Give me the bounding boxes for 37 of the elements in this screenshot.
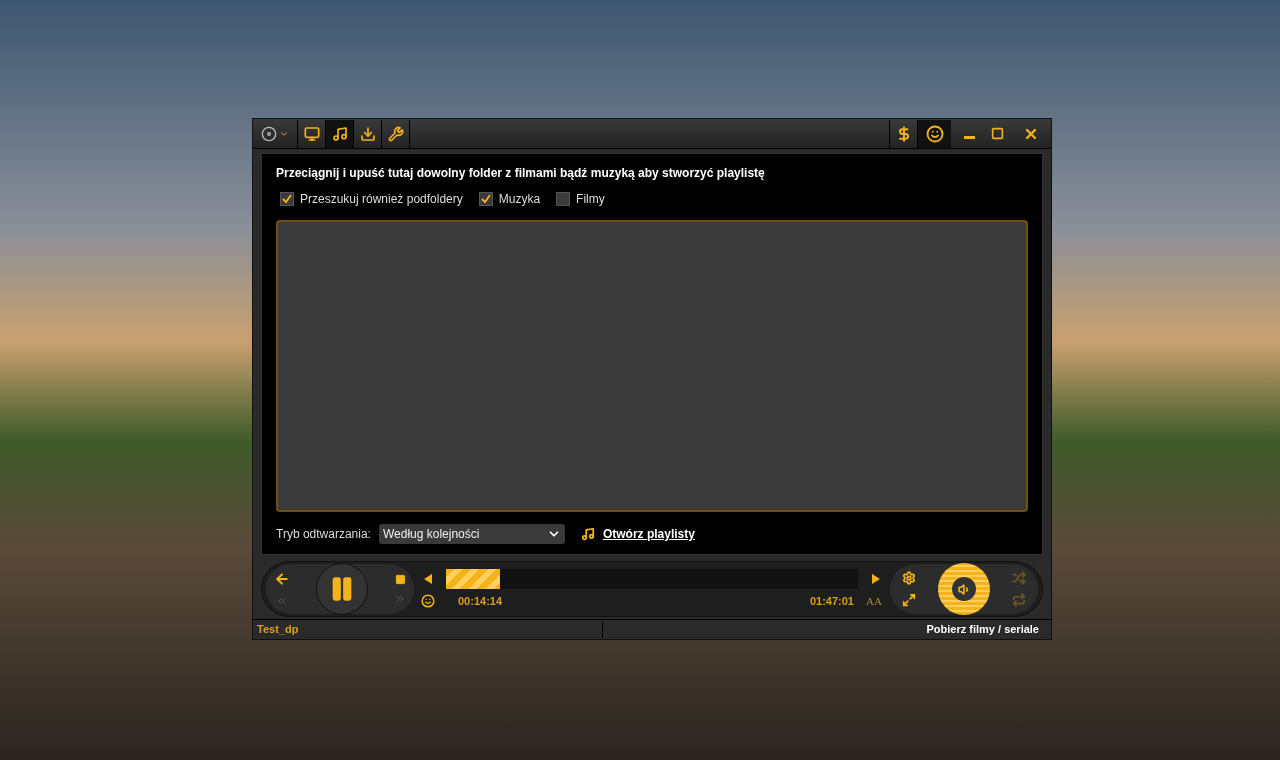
playback-mode-label: Tryb odtwarzania:: [276, 526, 371, 543]
download-icon: [359, 125, 376, 142]
download-films-link[interactable]: Pobierz filmy / seriale: [603, 621, 1051, 638]
playback-mode-dropdown[interactable]: Według kolejności: [378, 524, 565, 544]
monitor-icon: [303, 125, 320, 142]
status-text: Test_dp: [253, 621, 603, 638]
checkbox-label: Muzyka: [498, 191, 541, 208]
stop-icon[interactable]: [394, 573, 406, 585]
elapsed-time: 00:14:14: [458, 593, 503, 609]
fullscreen-icon[interactable]: [902, 593, 916, 607]
open-playlists-link[interactable]: Otwórz playlisty: [602, 525, 695, 543]
checkbox[interactable]: [280, 192, 294, 206]
disc-icon: [261, 125, 277, 142]
pause-button[interactable]: [316, 563, 368, 615]
checkbox[interactable]: [478, 192, 493, 206]
music-tab[interactable]: [326, 119, 354, 148]
face-icon: [925, 124, 944, 143]
speaker-icon: [952, 577, 976, 601]
settings-icon[interactable]: [902, 571, 916, 585]
music-icon: [331, 125, 348, 142]
instruction-text: Przeciągnij i upuść tutaj dowolny folder z filmami bądź muzyką aby stworzyć playlistę: [276, 165, 766, 182]
subtitle-button[interactable]: AA: [862, 592, 886, 610]
checkbox-label: Filmy: [576, 191, 605, 208]
checkbox-label: Przeszukuj również podfoldery: [300, 191, 463, 208]
seek-forward-icon[interactable]: [872, 573, 880, 584]
music-icon: [580, 527, 595, 541]
mascot-icon[interactable]: [421, 594, 435, 608]
progress-track[interactable]: [446, 568, 858, 589]
minimize-icon: [963, 136, 975, 139]
previous-icon[interactable]: [274, 571, 290, 587]
total-time: 01:47:01: [809, 593, 854, 609]
mascot-button[interactable]: [917, 119, 951, 148]
volume-button[interactable]: [938, 563, 990, 615]
checkbox[interactable]: [556, 192, 571, 206]
seek-back-icon[interactable]: [424, 573, 432, 584]
maximize-icon: [990, 127, 1004, 140]
wrench-icon: [387, 125, 404, 142]
